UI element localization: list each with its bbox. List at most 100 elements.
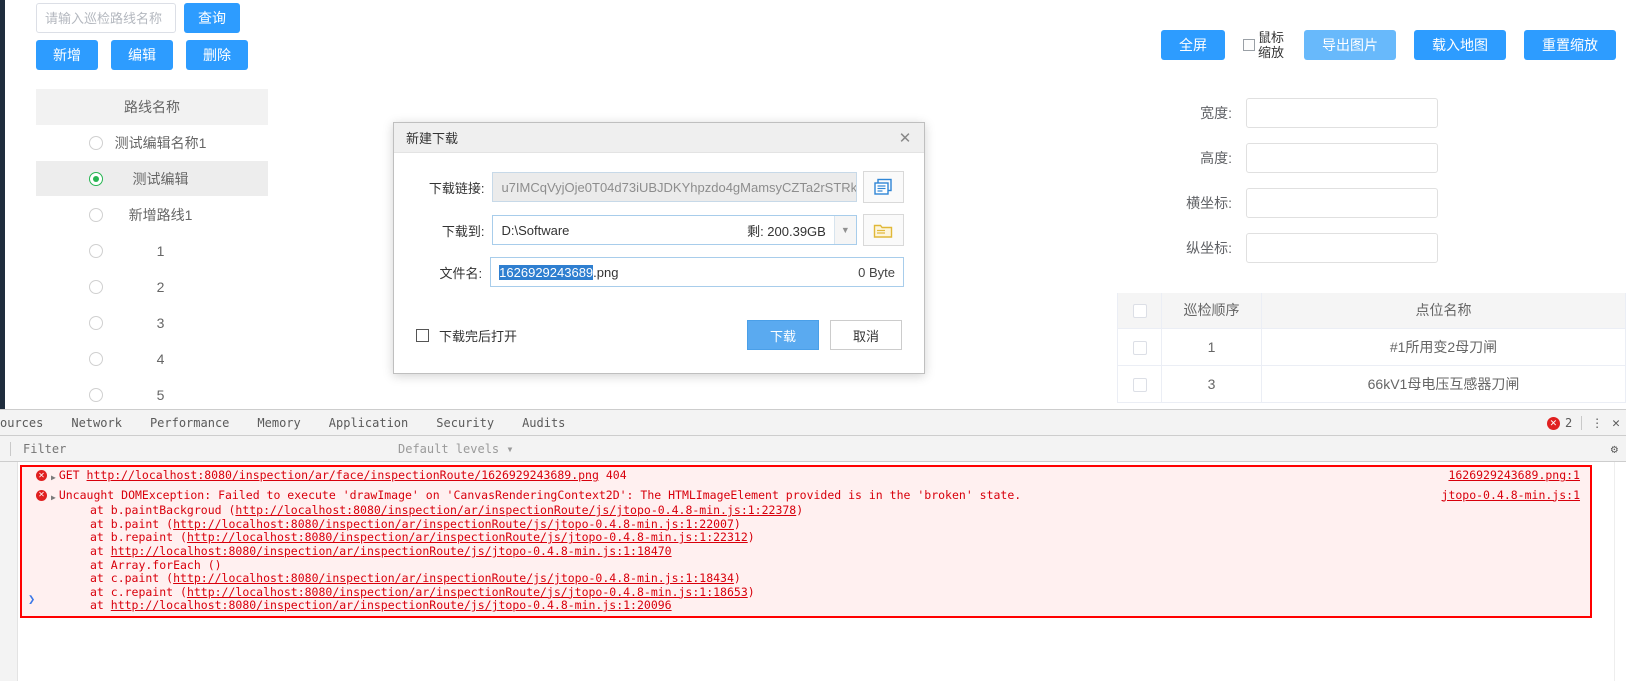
select-all-checkbox[interactable] [1132, 304, 1147, 319]
console-prompt[interactable]: ❯ [28, 592, 35, 606]
console-filter-input[interactable] [21, 440, 401, 457]
route-list-item[interactable]: 3 [36, 305, 268, 341]
route-radio-icon[interactable] [89, 243, 103, 258]
download-path-field[interactable]: D:\Software 剩: 200.39GB ▼ [492, 215, 857, 245]
stack-frame[interactable]: at c.repaint (http://localhost:8080/insp… [22, 585, 1590, 600]
add-button[interactable]: 新增 [36, 40, 98, 70]
export-image-button[interactable]: 导出图片 [1304, 30, 1396, 60]
route-list-header: 路线名称 [36, 89, 268, 125]
filename-row: 文件名: 1626929243689 .png 0 Byte [414, 257, 904, 287]
error-badge[interactable]: ✕ 2 [1546, 416, 1572, 430]
route-list-item[interactable]: 1 [36, 233, 268, 269]
request-url[interactable]: http://localhost:8080/inspection/ar/face… [87, 468, 599, 483]
console-scrollbar[interactable] [1614, 462, 1626, 681]
route-search-input[interactable] [36, 3, 176, 33]
tab-network[interactable]: Network [57, 410, 136, 436]
copy-icon[interactable] [862, 171, 904, 203]
stack-frame[interactable]: at c.paint (http://localhost:8080/inspec… [22, 571, 1590, 586]
table-row[interactable]: 3 66kV1母电压互感器刀闸 [1117, 364, 1626, 403]
stack-frame[interactable]: at b.repaint (http://localhost:8080/insp… [22, 531, 1590, 545]
x-coordinate-input[interactable] [1246, 188, 1438, 218]
route-list-item[interactable]: 新增路线1 [36, 197, 268, 233]
y-coordinate-input[interactable] [1246, 233, 1438, 263]
route-radio-icon[interactable] [89, 279, 103, 294]
close-icon[interactable]: ✕ [894, 127, 916, 149]
tab-performance[interactable]: Performance [136, 410, 243, 436]
devtools-tabbar-right: ✕ 2 ⋮ ✕ [1546, 410, 1620, 436]
log-levels-dropdown[interactable]: Default levels ▾ [398, 436, 514, 462]
route-list-item[interactable]: 测试编辑名称1 [36, 125, 268, 161]
route-radio-icon[interactable] [89, 315, 103, 330]
expand-triangle-icon[interactable]: ▶ [51, 471, 56, 485]
new-download-dialog: 新建下载 ✕ 下载链接: u7IMCqVyjOje0T04d73iUBJDKYh… [393, 122, 925, 374]
download-button[interactable]: 下载 [747, 320, 819, 350]
console-source-link[interactable]: jtopo-0.4.8-min.js:1 [1442, 488, 1580, 503]
download-link-field[interactable]: u7IMCqVyjOje0T04d73iUBJDKYhpzdo4gMamsyCZ… [492, 172, 857, 202]
fullscreen-button[interactable]: 全屏 [1161, 30, 1225, 60]
height-input[interactable] [1246, 143, 1438, 173]
request-status: 404 [605, 468, 627, 482]
form-row-y: 纵坐标: [1126, 233, 1466, 263]
height-label: 高度: [1200, 150, 1232, 166]
load-map-button[interactable]: 载入地图 [1414, 30, 1506, 60]
filename-field[interactable]: 1626929243689 .png 0 Byte [490, 257, 904, 287]
row-select-cell[interactable] [1117, 327, 1162, 366]
stack-frame[interactable]: at b.paintBackgroud (http://localhost:80… [22, 503, 1590, 518]
console-network-error[interactable]: ✕ ▶ GET http://localhost:8080/inspection… [22, 468, 1590, 485]
tab-memory[interactable]: Memory [243, 410, 314, 436]
row-checkbox[interactable] [1132, 377, 1147, 392]
route-radio-icon[interactable] [89, 171, 103, 186]
stack-frame[interactable]: at http://localhost:8080/inspection/ar/i… [22, 599, 1590, 613]
table-row[interactable]: 1 #1所用变2母刀闸 [1117, 327, 1626, 366]
console-exception-error[interactable]: ✕ ▶ Uncaught DOMException: Failed to exe… [22, 488, 1590, 505]
close-devtools-icon[interactable]: ✕ [1612, 416, 1620, 431]
dialog-footer: 下载完后打开 下载 取消 [394, 298, 924, 350]
cancel-button[interactable]: 取消 [830, 320, 902, 350]
row-order-cell: 3 [1161, 364, 1262, 403]
tab-audits[interactable]: Audits [508, 410, 579, 436]
stack-frame[interactable]: at http://localhost:8080/inspection/ar/i… [22, 544, 1590, 559]
route-radio-icon[interactable] [89, 351, 103, 366]
route-radio-icon[interactable] [89, 135, 103, 150]
tab-sources[interactable]: ources [0, 410, 57, 436]
checkbox-icon[interactable] [1243, 39, 1255, 51]
tab-application[interactable]: Application [315, 410, 422, 436]
expand-triangle-icon[interactable]: ▶ [51, 491, 56, 505]
route-list-panel: 路线名称 测试编辑名称1 测试编辑 新增路线1 1 2 3 4 5 [36, 89, 268, 413]
route-radio-icon[interactable] [89, 207, 103, 222]
select-all-header[interactable] [1117, 293, 1162, 329]
console-filter-bar: Default levels ▾ ⚙ [0, 436, 1626, 462]
route-radio-icon[interactable] [89, 387, 103, 402]
download-path-row: 下载到: D:\Software 剩: 200.39GB ▼ [414, 214, 904, 246]
checkbox-icon[interactable] [416, 328, 429, 342]
route-list-item[interactable]: 2 [36, 269, 268, 305]
chevron-down-icon[interactable]: ▼ [833, 216, 856, 244]
mouse-zoom-label: 鼠标 缩放 [1258, 30, 1286, 60]
console-body: ✕ ▶ GET http://localhost:8080/inspection… [0, 462, 1626, 681]
folder-icon[interactable] [862, 214, 904, 246]
x-coordinate-label: 横坐标: [1186, 195, 1232, 211]
tab-security[interactable]: Security [422, 410, 508, 436]
console-source-link[interactable]: 1626929243689.png:1 [1448, 468, 1580, 483]
dialog-actions: 下载 取消 [747, 320, 902, 350]
stack-frame[interactable]: at b.paint (http://localhost:8080/inspec… [22, 517, 1590, 532]
delete-button[interactable]: 删除 [186, 40, 248, 70]
width-input[interactable] [1246, 98, 1438, 128]
reset-zoom-button[interactable]: 重置缩放 [1524, 30, 1616, 60]
search-row: 查询 [36, 3, 240, 33]
route-list-item[interactable]: 4 [36, 341, 268, 377]
stack-frame[interactable]: at Array.forEach () [22, 558, 1590, 573]
more-options-icon[interactable]: ⋮ [1591, 417, 1603, 429]
left-dark-rail [0, 0, 5, 409]
width-label: 宽度: [1200, 105, 1232, 121]
row-checkbox[interactable] [1132, 340, 1147, 355]
gear-icon[interactable]: ⚙ [1611, 436, 1618, 462]
filename-label: 文件名: [439, 265, 483, 281]
route-list-item[interactable]: 5 [36, 377, 268, 413]
mouse-zoom-checkbox[interactable]: 鼠标 缩放 [1243, 30, 1286, 60]
query-button[interactable]: 查询 [184, 3, 240, 33]
row-select-cell[interactable] [1117, 364, 1162, 403]
edit-button[interactable]: 编辑 [111, 40, 173, 70]
route-list-item-selected[interactable]: 测试编辑 [36, 161, 268, 197]
open-after-download-checkbox[interactable]: 下载完后打开 [416, 326, 517, 345]
